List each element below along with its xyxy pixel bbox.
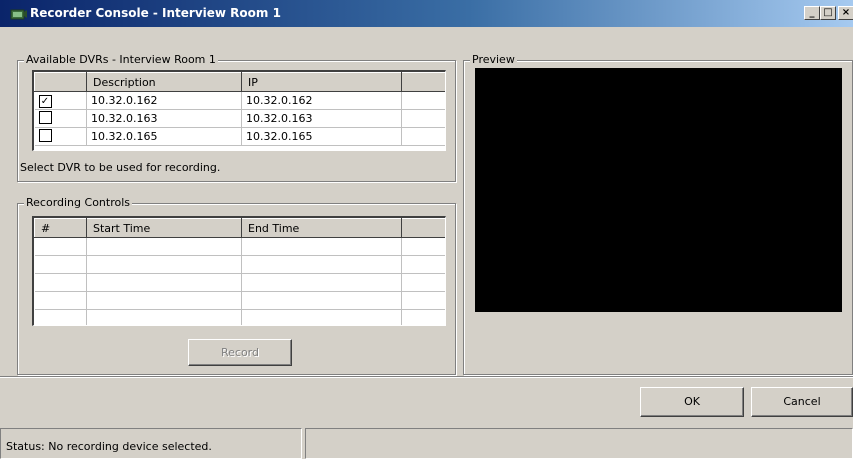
- recordings-list[interactable]: # Start Time End Time: [32, 216, 446, 326]
- dvr-ip: 10.32.0.165: [241, 127, 402, 146]
- dvr-column-extra[interactable]: [401, 72, 445, 92]
- maximize-button[interactable]: □: [820, 6, 836, 20]
- recording-row: [34, 237, 445, 256]
- recording-column-end-time[interactable]: End Time: [241, 218, 402, 238]
- dvr-column-select[interactable]: [34, 72, 87, 92]
- dvr-ip: 10.32.0.163: [241, 109, 402, 128]
- close-button[interactable]: ×: [838, 6, 853, 20]
- recording-column-number[interactable]: #: [34, 218, 87, 238]
- dvr-row[interactable]: ✓ 10.32.0.162 10.32.0.162: [34, 91, 445, 110]
- recorder-app-icon: [10, 9, 27, 20]
- recording-controls-legend: Recording Controls: [24, 196, 133, 209]
- record-button[interactable]: Record: [188, 339, 292, 366]
- status-secondary-pane: [305, 428, 853, 459]
- title-bar: Recorder Console - Interview Room 1 _ □ …: [0, 0, 853, 27]
- dvr-column-ip[interactable]: IP: [241, 72, 402, 92]
- recording-column-start-time[interactable]: Start Time: [86, 218, 242, 238]
- dvr-list[interactable]: Description IP ✓ 10.32.0.162 10.32.0.162…: [32, 70, 446, 151]
- dvr-ip: 10.32.0.162: [241, 91, 402, 110]
- preview-legend: Preview: [470, 53, 517, 66]
- dvr-description: 10.32.0.163: [86, 109, 242, 128]
- recording-row: [34, 309, 445, 325]
- dvr-checkbox[interactable]: ✓: [38, 94, 52, 108]
- video-preview: [475, 68, 842, 312]
- ok-button[interactable]: OK: [640, 387, 744, 417]
- recording-row: [34, 273, 445, 292]
- recording-row: [34, 255, 445, 274]
- dvr-description: 10.32.0.165: [86, 127, 242, 146]
- dvr-description: 10.32.0.162: [86, 91, 242, 110]
- window-title: Recorder Console - Interview Room 1: [30, 6, 281, 20]
- dvr-row[interactable]: 10.32.0.163 10.32.0.163: [34, 109, 445, 128]
- dvr-row[interactable]: 10.32.0.165 10.32.0.165: [34, 127, 445, 146]
- recording-column-extra[interactable]: [401, 218, 445, 238]
- dvr-checkbox[interactable]: [38, 110, 52, 124]
- divider: [0, 376, 853, 378]
- dvr-checkbox[interactable]: [38, 128, 52, 142]
- minimize-button[interactable]: _: [804, 6, 820, 20]
- dvr-select-hint: Select DVR to be used for recording.: [20, 161, 221, 174]
- status-text: Status: No recording device selected.: [0, 428, 302, 459]
- recording-row: [34, 291, 445, 310]
- available-dvrs-legend: Available DVRs - Interview Room 1: [24, 53, 218, 66]
- dvr-column-description[interactable]: Description: [86, 72, 242, 92]
- cancel-button[interactable]: Cancel: [751, 387, 853, 417]
